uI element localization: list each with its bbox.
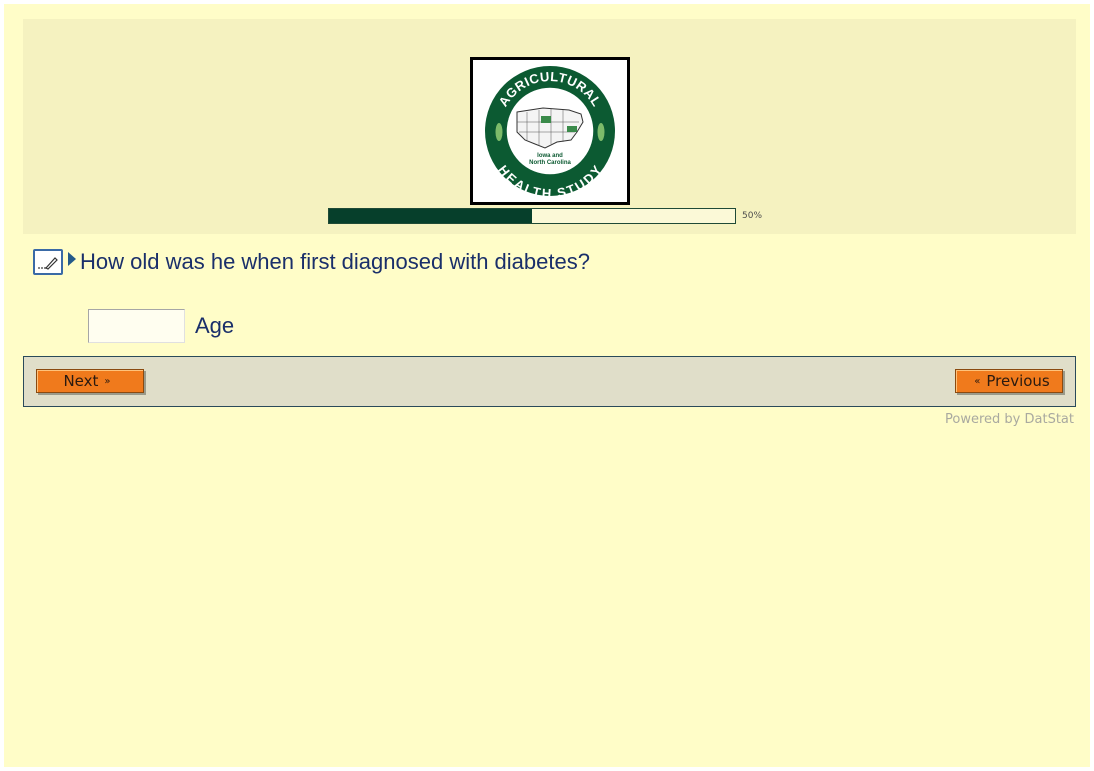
age-label: Age	[195, 313, 235, 338]
progress-bar	[328, 208, 736, 224]
logo-center-line2: North Carolina	[529, 160, 571, 166]
navigation-bar: Next » « Previous	[23, 356, 1076, 407]
progress-label: 50%	[742, 211, 763, 221]
logo-center-line1: Iowa and	[537, 153, 563, 159]
previous-button[interactable]: « Previous	[955, 369, 1063, 393]
age-input[interactable]	[88, 309, 185, 343]
edit-note-icon[interactable]	[33, 249, 63, 275]
double-chevron-left-icon: «	[974, 375, 981, 387]
next-button-label: Next	[63, 372, 99, 390]
survey-page: AGRICULTURAL HEALTH STUDY Iowa and North…	[4, 4, 1090, 767]
next-button[interactable]: Next »	[36, 369, 144, 393]
progress-fill	[329, 209, 532, 223]
double-chevron-right-icon: »	[104, 375, 111, 387]
answer-row: Age	[88, 309, 234, 343]
previous-button-label: Previous	[986, 372, 1050, 390]
header-band: AGRICULTURAL HEALTH STUDY Iowa and North…	[23, 19, 1076, 234]
study-seal-icon: AGRICULTURAL HEALTH STUDY Iowa and North…	[485, 66, 615, 201]
question-row: How old was he when first diagnosed with…	[33, 247, 590, 277]
triangle-right-icon	[68, 252, 76, 266]
powered-by-text: Powered by DatStat	[945, 412, 1074, 427]
question-text: How old was he when first diagnosed with…	[80, 249, 590, 274]
study-logo: AGRICULTURAL HEALTH STUDY Iowa and North…	[470, 57, 630, 205]
